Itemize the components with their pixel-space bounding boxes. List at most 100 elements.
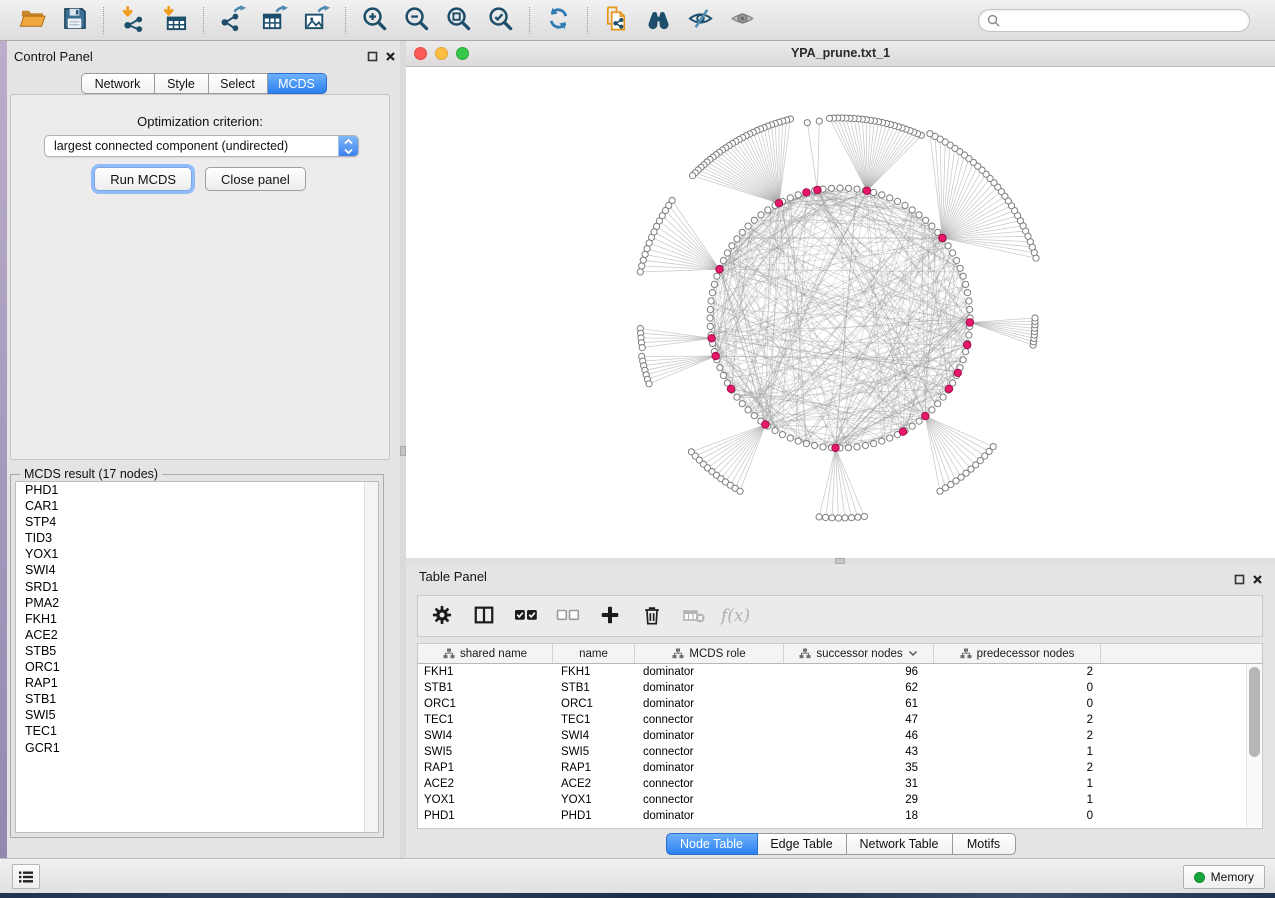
add-column-button[interactable]: [596, 602, 624, 630]
cell-name[interactable]: FKH1: [553, 666, 635, 678]
column-header-shared-name[interactable]: shared name: [418, 644, 553, 663]
cell-predecessor-nodes[interactable]: 2: [934, 714, 1101, 726]
cell-name[interactable]: SWI4: [553, 730, 635, 742]
tab-mcds[interactable]: MCDS: [268, 73, 327, 94]
mcds-node-item[interactable]: RAP1: [16, 675, 378, 691]
cell-mcds-role[interactable]: dominator: [635, 762, 784, 774]
cell-shared-name[interactable]: RAP1: [418, 762, 553, 774]
cell-shared-name[interactable]: SWI4: [418, 730, 553, 742]
mcds-node-item[interactable]: ACE2: [16, 627, 378, 643]
column-header-MCDS-role[interactable]: MCDS role: [635, 644, 784, 663]
window-close-light[interactable]: [414, 47, 427, 60]
scrollbar-thumb[interactable]: [1249, 667, 1260, 757]
float-panel-icon[interactable]: [1233, 573, 1246, 586]
window-minimize-light[interactable]: [435, 47, 448, 60]
export-image-button[interactable]: [298, 3, 335, 37]
close-icon[interactable]: [1251, 573, 1264, 586]
cell-predecessor-nodes[interactable]: 2: [934, 666, 1101, 678]
zoom-in-button[interactable]: [356, 3, 393, 37]
cell-shared-name[interactable]: PHD1: [418, 810, 553, 822]
close-icon[interactable]: [384, 50, 397, 63]
cell-mcds-role[interactable]: dominator: [635, 682, 784, 694]
cell-successor-nodes[interactable]: 31: [784, 778, 934, 790]
search-network-button[interactable]: [640, 3, 677, 37]
mcds-node-item[interactable]: ORC1: [16, 659, 378, 675]
cell-predecessor-nodes[interactable]: 1: [934, 778, 1101, 790]
columns-button[interactable]: [470, 602, 498, 630]
cell-successor-nodes[interactable]: 35: [784, 762, 934, 774]
cell-name[interactable]: ORC1: [553, 698, 635, 710]
save-session-button[interactable]: [56, 3, 93, 37]
cell-predecessor-nodes[interactable]: 0: [934, 682, 1101, 694]
cell-predecessor-nodes[interactable]: 2: [934, 762, 1101, 774]
cell-mcds-role[interactable]: dominator: [635, 666, 784, 678]
cell-successor-nodes[interactable]: 46: [784, 730, 934, 742]
cell-successor-nodes[interactable]: 47: [784, 714, 934, 726]
export-table-button[interactable]: [256, 3, 293, 37]
cell-shared-name[interactable]: ACE2: [418, 778, 553, 790]
export-network-button[interactable]: [214, 3, 251, 37]
table-row[interactable]: ORC1ORC1dominator610: [418, 696, 1247, 712]
import-table-button[interactable]: [156, 3, 193, 37]
cell-mcds-role[interactable]: dominator: [635, 698, 784, 710]
table-row[interactable]: SWI5SWI5connector431: [418, 744, 1247, 760]
table-scrollbar[interactable]: [1246, 664, 1262, 827]
table-row[interactable]: YOX1YOX1connector291: [418, 792, 1247, 808]
mcds-node-item[interactable]: FKH1: [16, 611, 378, 627]
tab-network[interactable]: Network: [81, 73, 155, 94]
cell-mcds-role[interactable]: dominator: [635, 730, 784, 742]
cell-name[interactable]: YOX1: [553, 794, 635, 806]
import-network-button[interactable]: [114, 3, 151, 37]
task-history-button[interactable]: [12, 864, 40, 889]
cell-successor-nodes[interactable]: 96: [784, 666, 934, 678]
mcds-node-item[interactable]: TID3: [16, 530, 378, 546]
mcds-node-item[interactable]: PHD1: [16, 482, 378, 498]
mcds-node-item[interactable]: CAR1: [16, 498, 378, 514]
delete-column-button[interactable]: [638, 602, 666, 630]
cell-name[interactable]: SWI5: [553, 746, 635, 758]
cell-name[interactable]: TEC1: [553, 714, 635, 726]
cell-shared-name[interactable]: FKH1: [418, 666, 553, 678]
column-header-name[interactable]: name: [553, 644, 635, 663]
cell-predecessor-nodes[interactable]: 1: [934, 746, 1101, 758]
mcds-node-item[interactable]: STB1: [16, 691, 378, 707]
tab-network-table[interactable]: Network Table: [847, 833, 953, 855]
cell-predecessor-nodes[interactable]: 2: [934, 730, 1101, 742]
mcds-node-item[interactable]: SWI4: [16, 562, 378, 578]
mcds-node-item[interactable]: YOX1: [16, 546, 378, 562]
cell-successor-nodes[interactable]: 18: [784, 810, 934, 822]
mcds-node-item[interactable]: STP4: [16, 514, 378, 530]
cell-successor-nodes[interactable]: 61: [784, 698, 934, 710]
mcds-node-item[interactable]: SRD1: [16, 579, 378, 595]
share-document-button[interactable]: [598, 3, 635, 37]
select-all-button[interactable]: [512, 602, 540, 630]
mcds-node-item[interactable]: STB5: [16, 643, 378, 659]
cell-mcds-role[interactable]: connector: [635, 794, 784, 806]
mcds-node-item[interactable]: GCR1: [16, 740, 378, 756]
refresh-button[interactable]: [540, 3, 577, 37]
cell-mcds-role[interactable]: connector: [635, 746, 784, 758]
cell-mcds-role[interactable]: dominator: [635, 810, 784, 822]
cell-name[interactable]: RAP1: [553, 762, 635, 774]
column-header-successor-nodes[interactable]: successor nodes: [784, 644, 934, 663]
zoom-out-button[interactable]: [398, 3, 435, 37]
column-header-predecessor-nodes[interactable]: predecessor nodes: [934, 644, 1101, 663]
cell-name[interactable]: ACE2: [553, 778, 635, 790]
cell-successor-nodes[interactable]: 62: [784, 682, 934, 694]
settings-button[interactable]: [428, 602, 456, 630]
memory-button[interactable]: Memory: [1183, 865, 1265, 889]
tab-select[interactable]: Select: [209, 73, 268, 94]
table-row[interactable]: PHD1PHD1dominator180: [418, 808, 1247, 824]
table-row[interactable]: RAP1RAP1dominator352: [418, 760, 1247, 776]
zoom-selected-button[interactable]: [482, 3, 519, 37]
window-maximize-light[interactable]: [456, 47, 469, 60]
hide-panel-button[interactable]: [682, 3, 719, 37]
cell-predecessor-nodes[interactable]: 1: [934, 794, 1101, 806]
cell-successor-nodes[interactable]: 43: [784, 746, 934, 758]
cell-predecessor-nodes[interactable]: 0: [934, 810, 1101, 822]
cell-name[interactable]: PHD1: [553, 810, 635, 822]
tab-node-table[interactable]: Node Table: [666, 833, 758, 855]
deselect-all-button[interactable]: [554, 602, 582, 630]
cell-mcds-role[interactable]: connector: [635, 778, 784, 790]
tab-edge-table[interactable]: Edge Table: [758, 833, 847, 855]
